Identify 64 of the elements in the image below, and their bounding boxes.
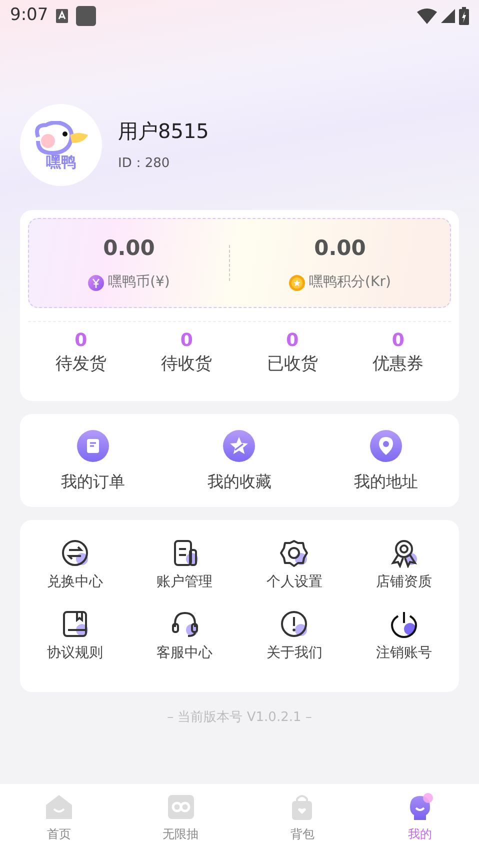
award-ribbon-icon [389, 538, 420, 568]
gear-icon [279, 538, 310, 568]
order-status-item[interactable]: 0 待收货 [134, 330, 240, 378]
order-status-label: 待发货 [55, 352, 106, 376]
order-count: 0 [392, 330, 404, 352]
star-coin-icon [289, 274, 306, 291]
nav-tab[interactable]: 背包 [244, 792, 362, 842]
service-label: 兑换中心 [46, 573, 103, 592]
battery-icon [459, 7, 469, 25]
service-item[interactable]: 账户管理 [156, 538, 213, 594]
status-time: 9:07 [10, 4, 48, 28]
yuan-coin-icon [88, 274, 104, 291]
exclamation-icon [279, 609, 310, 640]
logo-text: 嘿鸭 [46, 154, 76, 170]
order-status-item[interactable]: 0 已收货 [240, 330, 346, 378]
order-status-item[interactable]: 0 待发货 [28, 330, 134, 378]
service-label: 关于我们 [266, 644, 322, 664]
infinity-icon [166, 792, 195, 820]
app-icon [76, 6, 96, 26]
service-item[interactable]: 注销账号 [376, 609, 432, 664]
service-item[interactable]: 兑换中心 [46, 538, 103, 594]
wifi-icon [417, 8, 437, 24]
order-count: 0 [74, 330, 88, 352]
shortcut-label: 我的地址 [354, 471, 418, 494]
balance-label: 嘿鸭币(¥) [108, 273, 170, 292]
keyboard-icon [56, 9, 68, 23]
service-label: 店铺资质 [376, 573, 432, 592]
order-status-label: 已收货 [266, 352, 318, 376]
order-status-label: 待收货 [161, 352, 212, 376]
service-item[interactable]: 客服中心 [156, 609, 213, 664]
shortcut-item[interactable]: 我的收藏 [179, 430, 300, 494]
headset-icon [170, 609, 200, 640]
duck-drawing [32, 120, 90, 154]
service-item[interactable]: 个人设置 [266, 538, 322, 594]
service-item[interactable]: 关于我们 [266, 609, 322, 664]
service-label: 客服中心 [156, 644, 213, 664]
service-label: 账户管理 [156, 573, 213, 592]
power-icon [389, 609, 420, 640]
shortcut-item[interactable]: 我的地址 [326, 430, 446, 494]
signal-icon [441, 9, 455, 23]
order-icon [77, 430, 110, 462]
service-item[interactable]: 店铺资质 [376, 538, 432, 594]
balance-label: 嘿鸭积分(Kr) [309, 273, 391, 292]
shortcut-label: 我的收藏 [207, 471, 272, 494]
user-id: ID：280 [118, 155, 171, 174]
shortcut-item[interactable]: 我的订单 [33, 430, 154, 494]
service-label: 注销账号 [376, 644, 432, 664]
version-text: – 当前版本号 V1.0.2.1 – [166, 709, 313, 728]
order-status-label: 优惠券 [372, 352, 424, 376]
user-name: 用户8515 [118, 118, 209, 146]
order-status-item[interactable]: 0 优惠券 [345, 330, 451, 378]
balance-amount: 0.00 [314, 234, 366, 262]
order-count: 0 [286, 330, 299, 352]
shortcut-label: 我的订单 [61, 471, 126, 494]
home-icon [44, 792, 73, 820]
exchange-icon [60, 538, 90, 568]
balance-amount: 0.00 [103, 234, 155, 262]
location-pin-icon [370, 430, 402, 462]
service-label: 协议规则 [46, 644, 103, 664]
service-item[interactable]: 协议规则 [46, 609, 103, 664]
nav-tab[interactable]: 首页 [0, 792, 118, 842]
nav-tab[interactable]: 无限抽 [118, 792, 244, 842]
service-label: 个人设置 [266, 573, 322, 592]
order-count: 0 [180, 330, 193, 352]
